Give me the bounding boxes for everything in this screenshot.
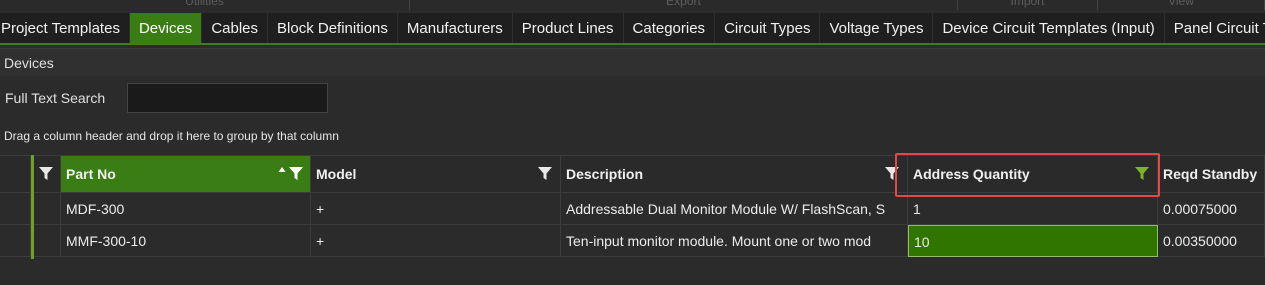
cell-part-no[interactable]: MMF-300-10 bbox=[61, 225, 311, 257]
cell-part-no[interactable]: MDF-300 bbox=[61, 193, 311, 225]
tab-cables[interactable]: Cables bbox=[202, 13, 269, 43]
column-header-reqd-standby[interactable]: Reqd Standby bbox=[1158, 155, 1265, 193]
group-by-panel[interactable]: Drag a column header and drop it here to… bbox=[0, 124, 1265, 150]
filter-icon[interactable] bbox=[39, 167, 53, 181]
devices-grid: Part No Model Description Address Quanti… bbox=[0, 155, 1265, 259]
filter-icon[interactable] bbox=[289, 167, 303, 181]
ribbon-group-export: Export bbox=[410, 0, 958, 10]
column-header-part-no[interactable]: Part No bbox=[61, 155, 311, 193]
cell-address-quantity[interactable]: 1 bbox=[908, 193, 1158, 225]
filter-icon[interactable] bbox=[885, 167, 899, 181]
ribbon-group-strip: Utilities Export Import View bbox=[0, 0, 1265, 10]
column-label-model: Model bbox=[316, 166, 357, 182]
column-label-reqd-standby: Reqd Standby bbox=[1163, 166, 1258, 182]
tab-devices[interactable]: Devices bbox=[129, 13, 203, 43]
tab-product-lines[interactable]: Product Lines bbox=[513, 13, 624, 43]
table-row[interactable]: MMF-300-10 + Ten-input monitor module. M… bbox=[0, 225, 1265, 257]
search-row: Full Text Search bbox=[0, 80, 1265, 118]
column-header-description[interactable]: Description bbox=[561, 155, 908, 193]
main-tab-bar: Project Templates Devices Cables Block D… bbox=[0, 13, 1265, 45]
table-row[interactable]: MDF-300 + Addressable Dual Monitor Modul… bbox=[0, 193, 1265, 225]
full-text-search-input[interactable] bbox=[127, 83, 328, 113]
ribbon-group-view: View bbox=[1098, 0, 1265, 10]
column-header-address-quantity[interactable]: Address Quantity bbox=[908, 155, 1158, 193]
section-header: Devices bbox=[0, 48, 1265, 76]
tab-block-definitions[interactable]: Block Definitions bbox=[268, 13, 398, 43]
tab-circuit-types[interactable]: Circuit Types bbox=[715, 13, 821, 43]
cell-model[interactable]: + bbox=[311, 193, 561, 225]
tab-panel-circuit-templates[interactable]: Panel Circuit Temp bbox=[1165, 13, 1265, 43]
row-filter-cell bbox=[34, 225, 61, 257]
cell-reqd-standby[interactable]: 0.00350000 bbox=[1158, 225, 1265, 257]
row-indicator-cell[interactable] bbox=[0, 193, 31, 225]
column-header-model[interactable]: Model bbox=[311, 155, 561, 193]
ribbon-group-utilities: Utilities bbox=[0, 0, 410, 10]
cell-description[interactable]: Ten-input monitor module. Mount one or t… bbox=[561, 225, 908, 257]
cell-model[interactable]: + bbox=[311, 225, 561, 257]
tab-voltage-types[interactable]: Voltage Types bbox=[820, 13, 934, 43]
tab-project-templates[interactable]: Project Templates bbox=[0, 13, 130, 43]
group-by-hint: Drag a column header and drop it here to… bbox=[4, 129, 339, 143]
sort-ascending-icon bbox=[278, 167, 286, 172]
column-label-address-quantity: Address Quantity bbox=[913, 166, 1030, 182]
ribbon-group-import: Import bbox=[958, 0, 1098, 10]
row-indicator-cell[interactable] bbox=[0, 225, 31, 257]
tab-manufacturers[interactable]: Manufacturers bbox=[398, 13, 513, 43]
filter-row-header[interactable] bbox=[34, 155, 61, 193]
filter-icon[interactable] bbox=[538, 167, 552, 181]
section-title: Devices bbox=[4, 55, 54, 71]
row-filter-cell bbox=[34, 193, 61, 225]
active-filter-icon[interactable] bbox=[1135, 167, 1149, 181]
row-indicator-header bbox=[0, 155, 31, 193]
cell-reqd-standby[interactable]: 0.00075000 bbox=[1158, 193, 1265, 225]
cell-description[interactable]: Addressable Dual Monitor Module W/ Flash… bbox=[561, 193, 908, 225]
search-label: Full Text Search bbox=[5, 90, 106, 106]
column-label-part-no: Part No bbox=[66, 166, 116, 182]
tab-device-circuit-templates-input[interactable]: Device Circuit Templates (Input) bbox=[933, 13, 1165, 43]
cell-address-quantity-selected[interactable]: 10 bbox=[908, 225, 1158, 257]
column-label-description: Description bbox=[566, 166, 644, 182]
grid-empty-area bbox=[0, 259, 1265, 285]
tab-categories[interactable]: Categories bbox=[624, 13, 716, 43]
